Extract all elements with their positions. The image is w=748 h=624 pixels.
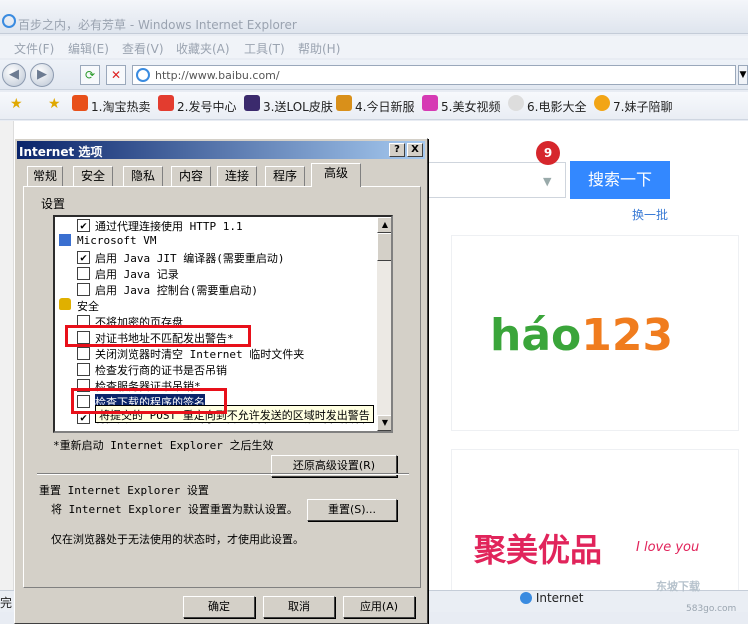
cancel-button[interactable]: 取消 [263, 596, 335, 618]
menu-edit[interactable]: 编辑(E) [68, 40, 109, 57]
tab-advanced[interactable]: 高级 [311, 163, 361, 187]
checkbox[interactable] [77, 283, 90, 296]
internet-options-dialog: Internet 选项 ? X 常规 安全 隐私 内容 连接 程序 高级 设置 … [14, 138, 428, 624]
lol-icon [244, 95, 260, 111]
highlight-box [71, 388, 227, 414]
security-zone: Internet [520, 591, 583, 605]
page-left-edge [0, 121, 14, 591]
fav-item-4[interactable]: 4.今日新服 [355, 98, 414, 115]
restart-note: *重新启动 Internet Explorer 之后生效 [53, 439, 274, 452]
status-text: 完 [0, 596, 13, 610]
window-title: 百步之内，必有芳草 - Windows Internet Explorer [18, 18, 297, 32]
java-icon [59, 234, 71, 246]
fav-item-3[interactable]: 3.送LOL皮肤 [263, 98, 333, 115]
checkbox[interactable] [77, 347, 90, 360]
settings-label: 设置 [41, 197, 66, 211]
dialog-title-bar[interactable]: Internet 选项 ? X [17, 141, 425, 159]
tab-privacy[interactable]: 隐私 [123, 166, 163, 186]
fav-item-6[interactable]: 6.电影大全 [527, 98, 586, 115]
tab-programs[interactable]: 程序 [265, 166, 305, 186]
forward-button[interactable]: ▶ [30, 63, 54, 87]
tab-content[interactable]: 内容 [171, 166, 211, 186]
scroll-thumb[interactable] [377, 233, 391, 261]
apply-button[interactable]: 应用(A) [343, 596, 415, 618]
game-icon [336, 95, 352, 111]
favorites-bar: ★ ★ 1.淘宝热卖 2.发号中心 3.送LOL皮肤 4.今日新服 5.美女视频… [0, 92, 748, 120]
checkbox[interactable]: ✔ [77, 251, 90, 264]
checkbox[interactable]: ✔ [77, 219, 90, 232]
settings-scrollbar[interactable]: ▲ ▼ [377, 217, 391, 431]
change-batch-link[interactable]: 换一批 [632, 206, 668, 223]
jumei-slogan: I love you [636, 540, 700, 555]
video-icon [422, 95, 438, 111]
chat-icon [594, 95, 610, 111]
search-dropdown-icon[interactable]: ▼ [543, 175, 551, 188]
url-dropdown-button[interactable]: ▼ [738, 65, 748, 85]
tab-general[interactable]: 常规 [27, 166, 63, 186]
menu-help[interactable]: 帮助(H) [298, 40, 340, 57]
fav-item-5[interactable]: 5.美女视频 [441, 98, 500, 115]
scroll-down-icon[interactable]: ▼ [377, 415, 391, 431]
jumei-logo: 聚美优品 [474, 531, 603, 569]
zone-label: Internet [535, 591, 584, 605]
menu-bar: 文件(F) 编辑(E) 查看(V) 收藏夹(A) 工具(T) 帮助(H) [0, 36, 748, 58]
help-button[interactable]: ? [389, 143, 405, 157]
menu-favorites[interactable]: 收藏夹(A) [176, 40, 230, 57]
highlight-box [65, 325, 251, 347]
scroll-up-icon[interactable]: ▲ [377, 217, 391, 233]
taobao-icon [72, 95, 88, 111]
fav-item-1[interactable]: 1.淘宝热卖 [91, 98, 150, 115]
menu-file[interactable]: 文件(F) [14, 40, 54, 57]
ie-logo-icon [2, 14, 16, 28]
tab-security[interactable]: 安全 [73, 166, 113, 186]
back-button[interactable]: ◀ [2, 63, 26, 87]
url-text: http://www.baibu.com/ [155, 69, 280, 82]
notification-badge: 9 [536, 141, 560, 165]
add-favorites-icon[interactable]: ★ [48, 96, 61, 112]
globe-icon [520, 592, 532, 604]
checkbox[interactable] [77, 363, 90, 376]
reset-group-label: 重置 Internet Explorer 设置 [39, 484, 209, 497]
watermark: 东坡下载 [656, 580, 700, 593]
film-icon [508, 95, 524, 111]
favorites-star-icon[interactable]: ★ [10, 96, 23, 112]
checkbox[interactable] [77, 267, 90, 280]
gift-icon [158, 95, 174, 111]
watermark-url: 583go.com [686, 604, 737, 614]
search-button[interactable]: 搜索一下 [570, 161, 670, 199]
close-button[interactable]: X [407, 143, 423, 157]
reset-description: 将 Internet Explorer 设置重置为默认设置。 [51, 503, 298, 516]
reset-button[interactable]: 重置(S)... [307, 499, 397, 521]
address-bar: ◀ ▶ ⟳ ✕ http://www.baibu.com/ ▼ [0, 60, 748, 90]
fav-item-7[interactable]: 7.妹子陪聊 [613, 98, 672, 115]
page-icon [136, 68, 150, 82]
ok-button[interactable]: 确定 [183, 596, 255, 618]
menu-tools[interactable]: 工具(T) [244, 40, 285, 57]
lock-icon [59, 298, 71, 310]
refresh-button[interactable]: ⟳ [80, 65, 100, 85]
dialog-title: Internet 选项 [19, 145, 103, 159]
ie-title-bar: 百步之内，必有芳草 - Windows Internet Explorer [0, 0, 748, 34]
fav-item-2[interactable]: 2.发号中心 [177, 98, 236, 115]
tab-connections[interactable]: 连接 [217, 166, 257, 186]
hao123-logo: háo123 [490, 310, 674, 361]
url-field[interactable]: http://www.baibu.com/ [132, 65, 736, 85]
reset-note: 仅在浏览器处于无法使用的状态时，才使用此设置。 [51, 533, 304, 546]
menu-view[interactable]: 查看(V) [122, 40, 164, 57]
stop-button[interactable]: ✕ [106, 65, 126, 85]
group-divider [37, 473, 409, 475]
